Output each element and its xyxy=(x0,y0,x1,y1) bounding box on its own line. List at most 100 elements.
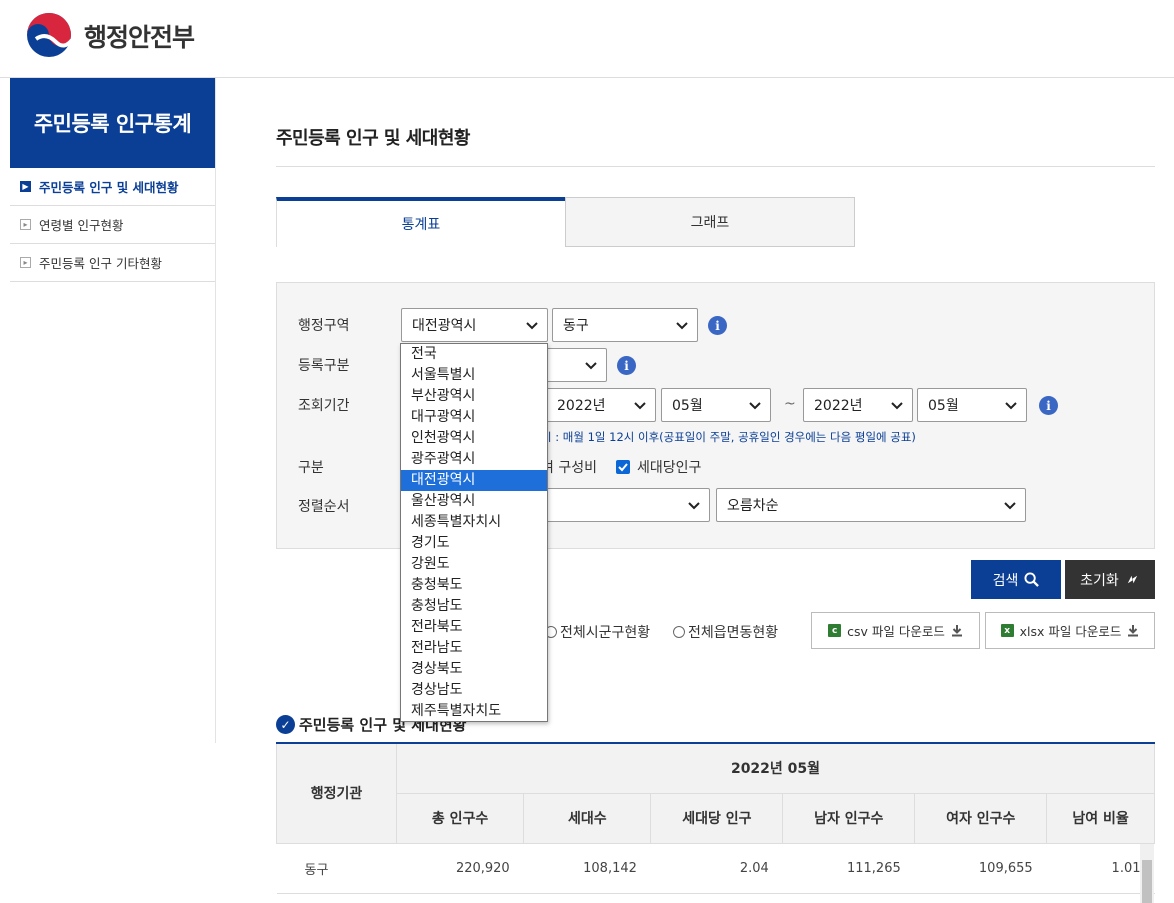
sidebar-item-age-population[interactable]: ▸ 연령별 인구현황 xyxy=(10,206,215,244)
info-icon[interactable]: i xyxy=(708,316,727,335)
sidebar-item-population-households[interactable]: ▶ 주민등록 인구 및 세대현황 xyxy=(10,168,215,206)
page-title: 주민등록 인구 및 세대현황 xyxy=(276,128,470,149)
column-header: 총 인구수 xyxy=(395,792,525,844)
search-button[interactable]: 검색 xyxy=(971,560,1061,599)
download-icon xyxy=(951,625,962,637)
info-icon[interactable]: i xyxy=(1039,396,1058,415)
dropdown-option[interactable]: 제주특별자치도 xyxy=(401,701,547,722)
chevron-down-icon xyxy=(676,322,688,330)
dropdown-option[interactable]: 대구광역시 xyxy=(401,407,547,428)
dropdown-option[interactable]: 인천광역시 xyxy=(401,428,547,449)
scrollbar-thumb[interactable] xyxy=(1142,860,1152,903)
column-header: 남여 비율 xyxy=(1046,792,1155,844)
all-eupmyeondong-label: 전체읍면동현황 xyxy=(688,625,779,641)
sort-order-select[interactable]: 오름차순 xyxy=(716,488,1026,522)
dropdown-option[interactable]: 광주광역시 xyxy=(401,449,547,470)
dropdown-option[interactable]: 부산광역시 xyxy=(401,386,547,407)
dropdown-option[interactable]: 경기도 xyxy=(401,533,547,554)
chevron-down-icon xyxy=(526,322,538,330)
xlsx-download-label: xlsx 파일 다운로드 xyxy=(1019,624,1122,639)
government-logo-icon[interactable] xyxy=(26,12,72,58)
reset-button[interactable]: 초기화 xyxy=(1065,560,1155,599)
site-header: 행정안전부 xyxy=(0,0,1174,78)
from-year-select[interactable]: 2022년 xyxy=(546,388,656,422)
all-sigungu-label: 전체시군구현황 xyxy=(560,625,651,641)
column-header: 세대수 xyxy=(523,792,652,844)
sigungu-select-value: 동구 xyxy=(563,318,589,334)
search-button-label: 검색 xyxy=(992,572,1019,589)
composition-option-label: 며 구성비 xyxy=(541,460,597,476)
sido-dropdown-list[interactable]: 전국 서울특별시 부산광역시 대구광역시 인천광역시 광주광역시 대전광역시 울… xyxy=(400,343,548,722)
dropdown-option[interactable]: 충청남도 xyxy=(401,596,547,617)
row-name: 동구 xyxy=(276,843,397,894)
cell-households: 108,142 xyxy=(523,843,651,894)
csv-file-icon: c xyxy=(828,624,842,637)
chevron-down-icon xyxy=(891,402,903,410)
dropdown-option[interactable]: 서울특별시 xyxy=(401,365,547,386)
csv-download-label: csv 파일 다운로드 xyxy=(847,624,945,639)
dropdown-option[interactable]: 세종특별자치시 xyxy=(401,512,547,533)
ministry-name[interactable]: 행정안전부 xyxy=(84,18,195,54)
dropdown-option[interactable]: 강원도 xyxy=(401,554,547,575)
arrow-right-icon: ▸ xyxy=(20,219,31,230)
tab-statistics-table[interactable]: 통계표 xyxy=(276,197,566,247)
all-sigungu-option[interactable]: 전체시군구현황 xyxy=(545,622,650,642)
chevron-down-icon xyxy=(688,502,700,510)
excel-file-icon: x xyxy=(1000,624,1014,637)
radio-icon xyxy=(673,626,685,638)
dropdown-option[interactable]: 전라남도 xyxy=(401,638,547,659)
sido-select[interactable]: 대전광역시 xyxy=(401,308,548,342)
range-tilde: ~ xyxy=(784,396,796,412)
sidebar-item-other-status[interactable]: ▸ 주민등록 인구 기타현황 xyxy=(10,244,215,282)
per-household-checkbox[interactable] xyxy=(616,460,630,474)
sort-order-value: 오름차순 xyxy=(727,498,779,514)
category-label: 구분 xyxy=(298,460,324,476)
chevron-down-icon xyxy=(634,402,646,410)
population-table: 행정기관 2022년 05월 총 인구수 세대수 세대당 인구 남자 인구수 여… xyxy=(276,742,1155,894)
info-icon[interactable]: i xyxy=(617,356,636,375)
registration-label: 등록구분 xyxy=(298,358,350,374)
to-year-select[interactable]: 2022년 xyxy=(803,388,913,422)
dropdown-option[interactable]: 경상남도 xyxy=(401,680,547,701)
table-row: 동구 220,920 108,142 2.04 111,265 109,655 … xyxy=(276,843,1155,894)
dropdown-option[interactable]: 경상북도 xyxy=(401,659,547,680)
dropdown-option[interactable]: 전라북도 xyxy=(401,617,547,638)
reset-button-label: 초기화 xyxy=(1080,572,1119,589)
chevron-down-icon xyxy=(1005,402,1017,410)
column-header-org: 행정기관 xyxy=(276,742,397,844)
from-year-value: 2022년 xyxy=(557,398,606,414)
tab-graph[interactable]: 그래프 xyxy=(565,197,855,247)
sigungu-select[interactable]: 동구 xyxy=(552,308,698,342)
sidebar-title: 주민등록 인구통계 xyxy=(10,78,215,168)
dropdown-option[interactable]: 전국 xyxy=(401,344,547,365)
per-household-label: 세대당인구 xyxy=(637,460,702,476)
dropdown-option[interactable]: 울산광역시 xyxy=(401,491,547,512)
from-month-select[interactable]: 05월 xyxy=(661,388,771,422)
period-label: 조회기간 xyxy=(298,398,350,414)
csv-download-button[interactable]: c csv 파일 다운로드 xyxy=(811,612,980,649)
period-note: 시 : 매월 1일 12시 이후(공표일이 주말, 공휴일인 경우에는 다음 평… xyxy=(541,430,916,444)
refresh-icon xyxy=(1127,575,1137,584)
sidebar: 주민등록 인구통계 ▶ 주민등록 인구 및 세대현황 ▸ 연령별 인구현황 ▸ … xyxy=(10,78,216,743)
check-circle-icon: ✓ xyxy=(276,715,295,734)
arrow-right-icon: ▶ xyxy=(20,181,31,192)
to-year-value: 2022년 xyxy=(814,398,863,414)
search-icon xyxy=(1024,572,1040,587)
all-eupmyeondong-option[interactable]: 전체읍면동현황 xyxy=(673,622,778,642)
xlsx-download-button[interactable]: x xlsx 파일 다운로드 xyxy=(985,612,1155,649)
column-header: 남자 인구수 xyxy=(782,792,916,844)
chevron-down-icon xyxy=(585,362,597,370)
cell-total-population: 220,920 xyxy=(396,843,524,894)
region-label: 행정구역 xyxy=(298,318,350,334)
dropdown-option[interactable]: 충청북도 xyxy=(401,575,547,596)
chevron-down-icon xyxy=(749,402,761,410)
from-month-value: 05월 xyxy=(672,398,703,414)
column-header-period: 2022년 05월 xyxy=(396,742,1155,794)
chevron-down-icon xyxy=(1004,502,1016,510)
sido-select-value: 대전광역시 xyxy=(412,318,477,334)
dropdown-option-selected[interactable]: 대전광역시 xyxy=(401,470,547,491)
column-header: 세대당 인구 xyxy=(650,792,784,844)
sidebar-item-label: 주민등록 인구 기타현황 xyxy=(39,256,162,271)
sort-field-select[interactable] xyxy=(546,488,710,522)
to-month-select[interactable]: 05월 xyxy=(917,388,1027,422)
